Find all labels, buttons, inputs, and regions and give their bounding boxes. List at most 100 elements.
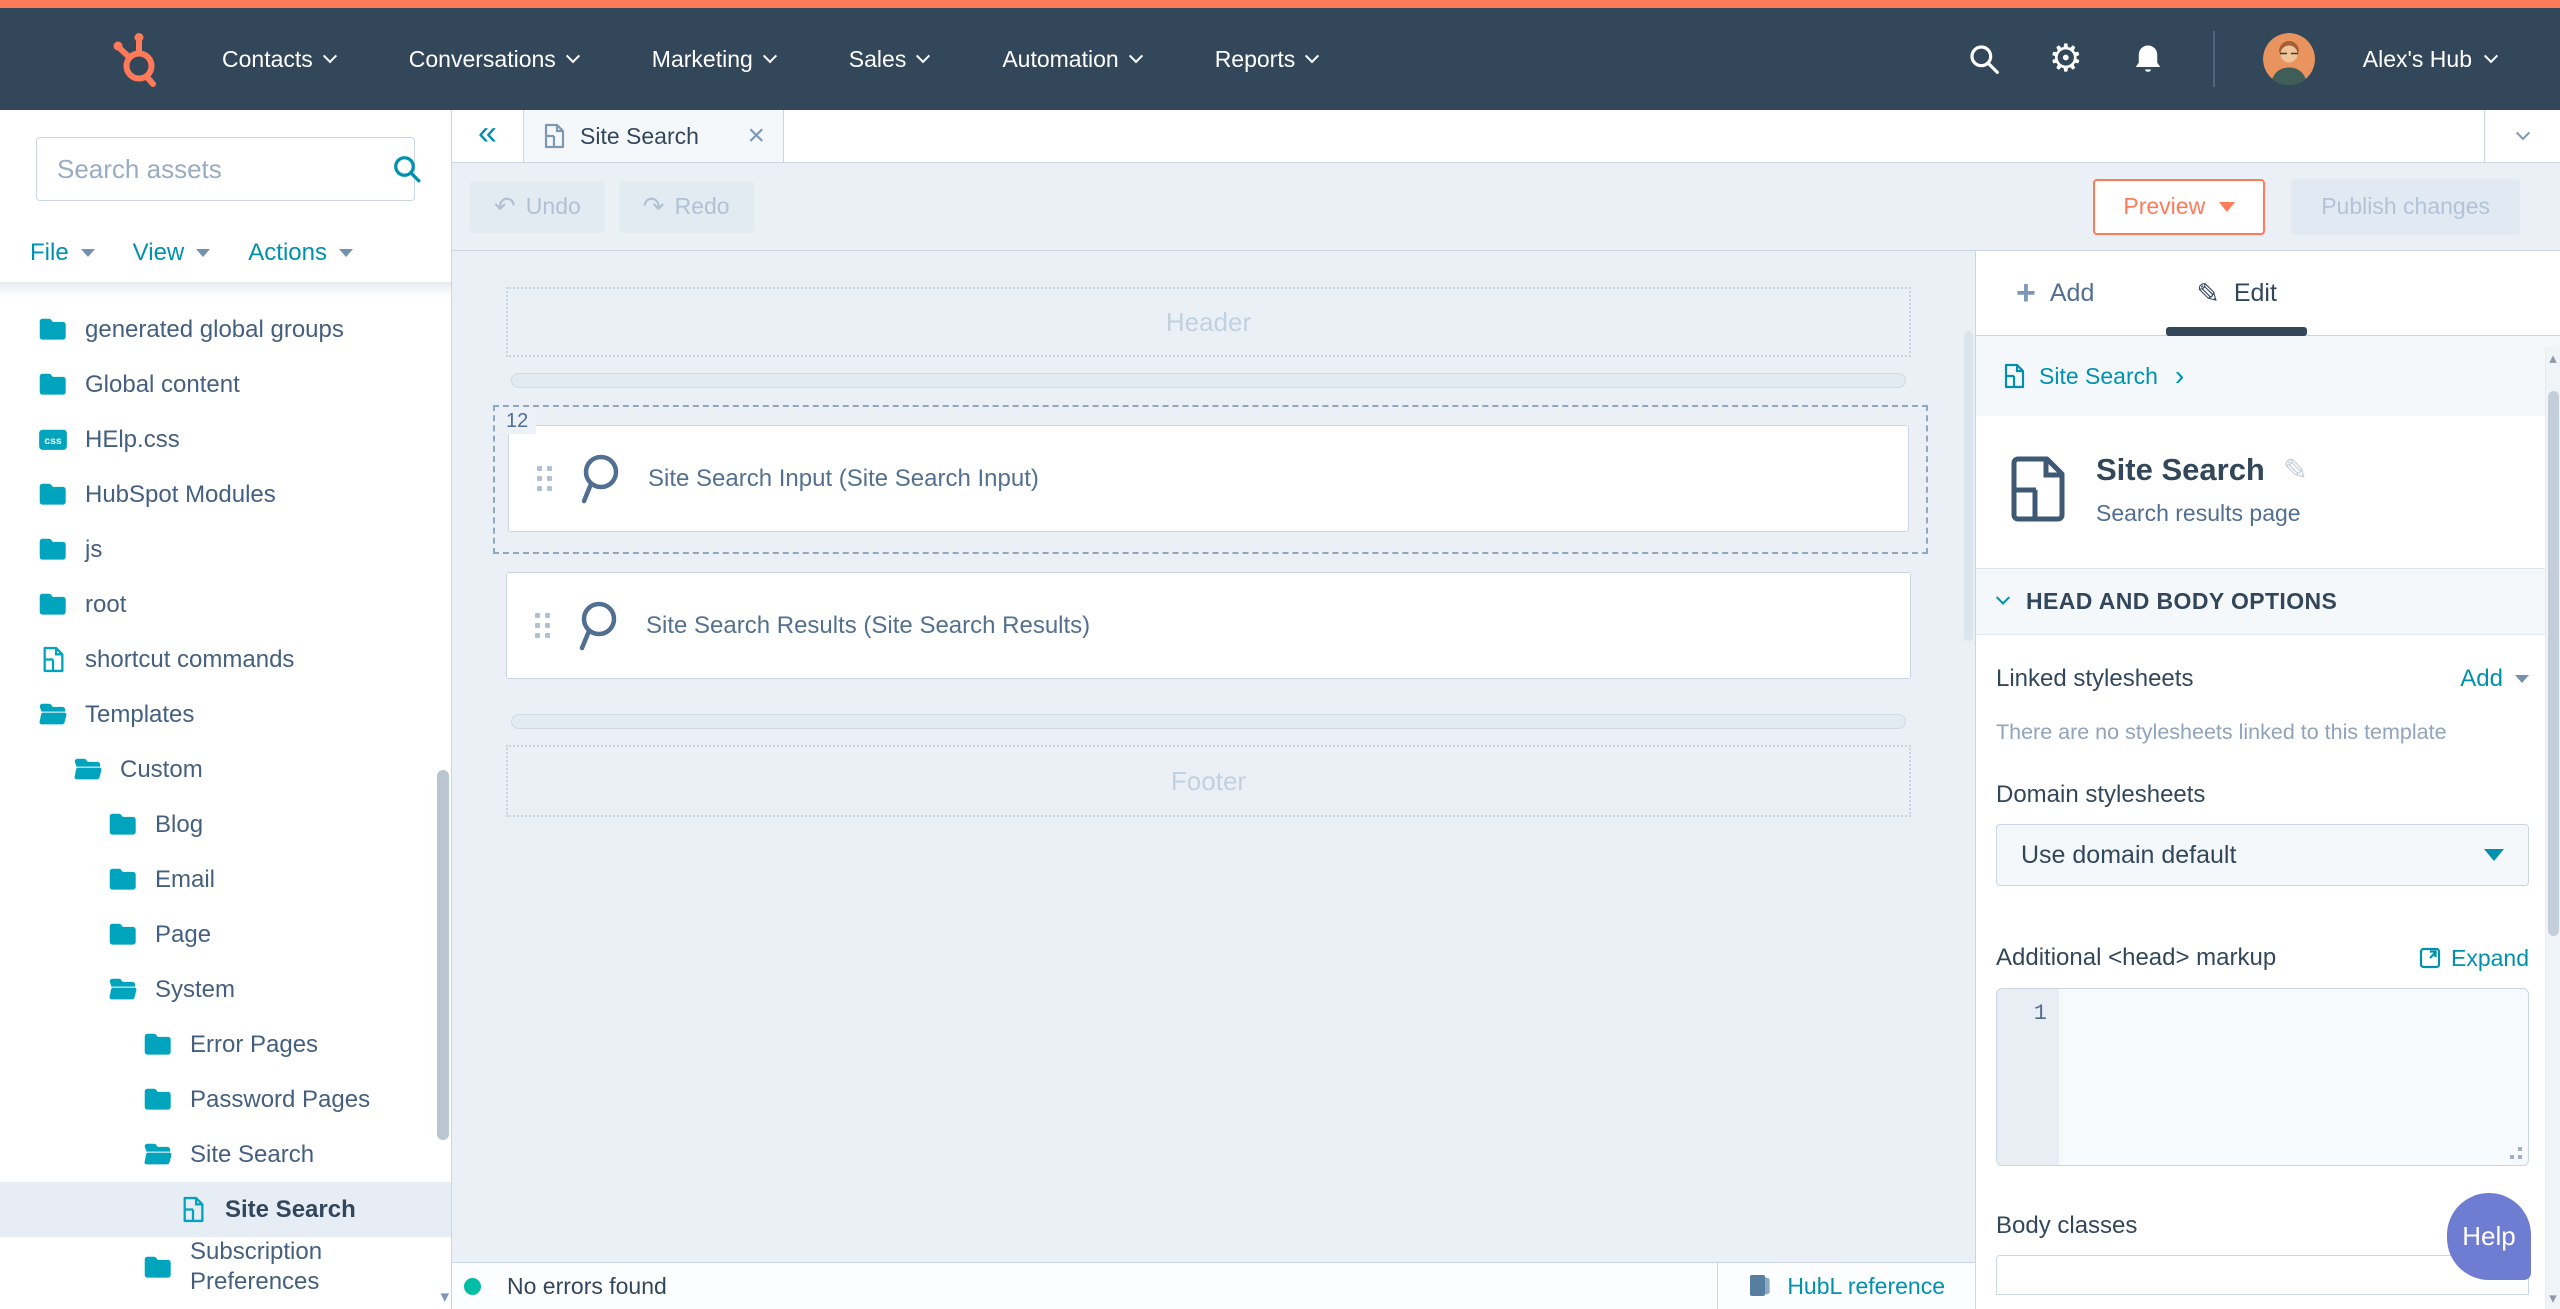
nav-item-sales[interactable]: Sales [849,46,929,73]
row-divider[interactable] [511,373,1906,388]
publish-label: Publish changes [2321,193,2490,220]
folder-icon [38,371,68,398]
module-label: Site Search Input (Site Search Input) [648,465,1039,493]
sidebar-scrollbar-down-arrow[interactable]: ▾ [440,1287,449,1307]
close-tab-icon[interactable]: × [747,121,765,151]
hubspot-logo[interactable] [112,30,164,88]
tree-item-site-search[interactable]: Site Search [0,1127,451,1182]
nav-item-label: Conversations [409,46,556,73]
tree-item-label: Email [155,865,215,895]
caret-down-icon [196,249,210,257]
actions-menu-label: Actions [248,239,327,267]
add-stylesheet-button[interactable]: Add [2460,665,2529,693]
tabbar-overflow-menu[interactable] [2484,110,2560,162]
undo-button[interactable]: ↶ Undo [470,181,605,233]
chevron-down-icon [1305,49,1319,63]
template-file-icon [2002,363,2026,389]
tree-item-help-css[interactable]: cssHElp.css [0,412,451,467]
drag-handle-icon[interactable] [537,466,552,491]
tree-item-custom[interactable]: Custom [0,742,451,797]
asset-tree: generated global groupsGlobal contentcss… [0,298,451,1297]
tree-item-label: HElp.css [85,425,180,455]
file-menu[interactable]: File [30,239,95,267]
tree-item-generated-global-groups[interactable]: generated global groups [0,302,451,357]
nav-item-contacts[interactable]: Contacts [222,46,335,73]
tree-item-email[interactable]: Email [0,852,451,907]
file-menu-label: File [30,239,69,267]
breadcrumb-item[interactable]: Site Search [2039,363,2158,390]
nav-item-label: Reports [1215,46,1296,73]
search-icon[interactable] [1967,42,2001,76]
folder-icon [143,1031,173,1058]
notifications-bell-icon[interactable] [2131,42,2165,76]
body-classes-input[interactable] [1996,1255,2529,1295]
tab-edit[interactable]: ✎ Edit [2166,251,2307,335]
footer-drop-zone[interactable]: Footer [506,745,1911,817]
tree-item-templates[interactable]: Templates [0,687,451,742]
avatar[interactable] [2263,33,2315,85]
scroll-up-arrow[interactable]: ▴ [2546,349,2560,367]
tab-site-search[interactable]: Site Search × [524,110,784,162]
tree-item-label: shortcut commands [85,645,294,675]
tree-item-js[interactable]: js [0,522,451,577]
publish-changes-button[interactable]: Publish changes [2291,179,2520,235]
scroll-down-arrow[interactable]: ▾ [2546,1289,2560,1307]
redo-label: Redo [675,193,730,220]
tree-item-shortcut-commands[interactable]: shortcut commands [0,632,451,687]
nav-item-label: Sales [849,46,907,73]
tree-item-password-pages[interactable]: Password Pages [0,1072,451,1127]
row-divider[interactable] [511,714,1906,729]
actions-menu[interactable]: Actions [248,239,353,267]
nav-item-conversations[interactable]: Conversations [409,46,578,73]
inspector-scrollbar-thumb[interactable] [2548,391,2559,936]
account-menu[interactable]: Alex's Hub [2363,46,2496,73]
tree-item-global-content[interactable]: Global content [0,357,451,412]
tree-item-label: Subscription Preferences [190,1237,421,1297]
inspector-scrollbar[interactable]: ▴ ▾ [2545,347,2560,1309]
header-drop-zone[interactable]: Header [506,287,1911,357]
hubl-reference-link[interactable]: HubL reference [1717,1263,1975,1309]
settings-gear-icon[interactable]: ⚙ [2049,42,2083,76]
module-site-search-results[interactable]: Site Search Results (Site Search Results… [506,572,1911,679]
sidebar-scrollbar-thumb[interactable] [437,770,449,1140]
resize-grip-icon[interactable] [2518,1155,2522,1159]
help-button[interactable]: Help [2447,1193,2531,1280]
canvas-scrollbar-thumb[interactable] [1964,331,1973,641]
tree-item-site-search[interactable]: Site Search [0,1182,451,1237]
folder-icon [143,1254,173,1281]
folder-icon [143,1086,173,1113]
search-icon[interactable] [392,154,422,184]
chevron-down-icon [2515,126,2529,140]
rename-pencil-icon[interactable]: ✎ [2283,453,2308,488]
tree-item-system[interactable]: System [0,962,451,1017]
module-site-search-input[interactable]: Site Search Input (Site Search Input) [508,425,1909,532]
nav-item-automation[interactable]: Automation [1002,46,1140,73]
folder-icon [38,591,68,618]
tree-item-blog[interactable]: Blog [0,797,451,852]
tree-item-hubspot-modules[interactable]: HubSpot Modules [0,467,451,522]
tree-item-page[interactable]: Page [0,907,451,962]
tree-item-error-pages[interactable]: Error Pages [0,1017,451,1072]
finder-sidebar: File View Actions generated global group… [0,110,452,1309]
domain-stylesheets-select[interactable]: Use domain default [1996,824,2529,886]
nav-divider [2213,31,2215,87]
editor-tabbar: « Site Search × [452,110,2560,163]
folder-open-icon [143,1141,173,1168]
search-assets-input[interactable] [57,154,392,185]
code-input-area[interactable] [2059,989,2528,1165]
nav-item-reports[interactable]: Reports [1215,46,1318,73]
collapse-sidebar-button[interactable]: « [452,110,524,162]
drag-handle-icon[interactable] [535,613,550,638]
head-and-body-options-section[interactable]: HEAD AND BODY OPTIONS [1976,568,2560,635]
line-number-gutter: 1 [1997,989,2059,1165]
expand-editor-button[interactable]: Expand [2419,945,2529,972]
tree-item-root[interactable]: root [0,577,451,632]
tab-add[interactable]: + Add [2016,251,2094,335]
tree-item-subscription-preferences[interactable]: Subscription Preferences [0,1237,451,1297]
redo-button[interactable]: ↷ Redo [619,181,754,233]
head-markup-code-editor: 1 [1996,988,2529,1166]
tree-item-label: Password Pages [190,1085,370,1115]
preview-button[interactable]: Preview [2093,179,2265,235]
view-menu[interactable]: View [133,239,211,267]
nav-item-marketing[interactable]: Marketing [652,46,775,73]
